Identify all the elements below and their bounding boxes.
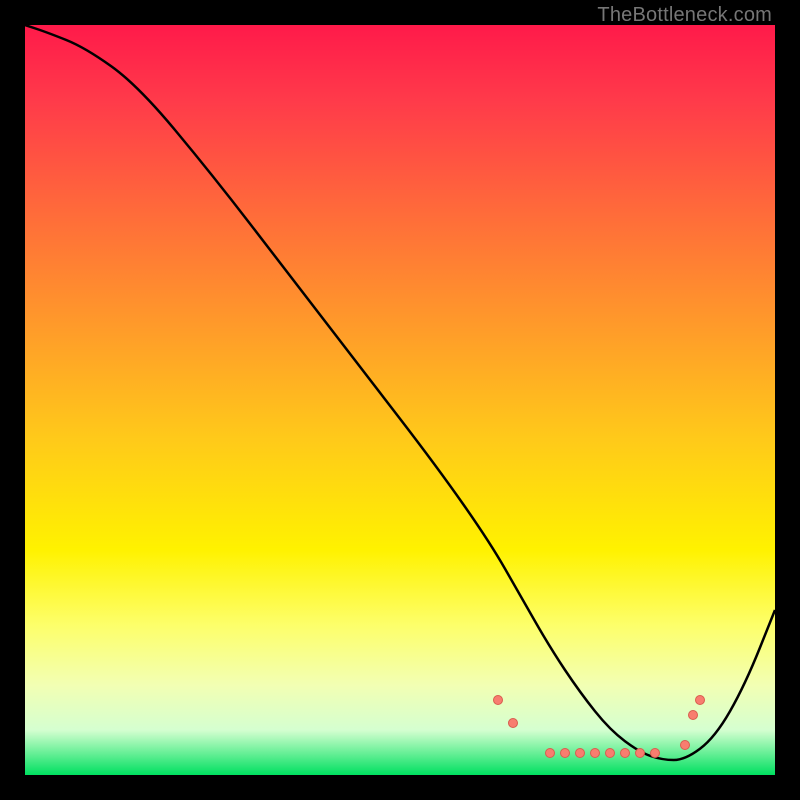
watermark-text: TheBottleneck.com xyxy=(597,4,772,27)
marker-dot xyxy=(590,748,600,758)
marker-dot xyxy=(650,748,660,758)
marker-dot xyxy=(680,740,690,750)
marker-dot xyxy=(545,748,555,758)
plot-area xyxy=(25,25,775,775)
bottleneck-curve xyxy=(25,25,775,760)
marker-dot xyxy=(575,748,585,758)
marker-dot xyxy=(688,710,698,720)
curve-svg xyxy=(25,25,775,775)
marker-dot xyxy=(508,718,518,728)
marker-dot xyxy=(635,748,645,758)
marker-dot xyxy=(493,695,503,705)
marker-dot xyxy=(620,748,630,758)
marker-dot xyxy=(560,748,570,758)
chart-frame: TheBottleneck.com xyxy=(0,0,800,800)
marker-dot xyxy=(695,695,705,705)
marker-dot xyxy=(605,748,615,758)
